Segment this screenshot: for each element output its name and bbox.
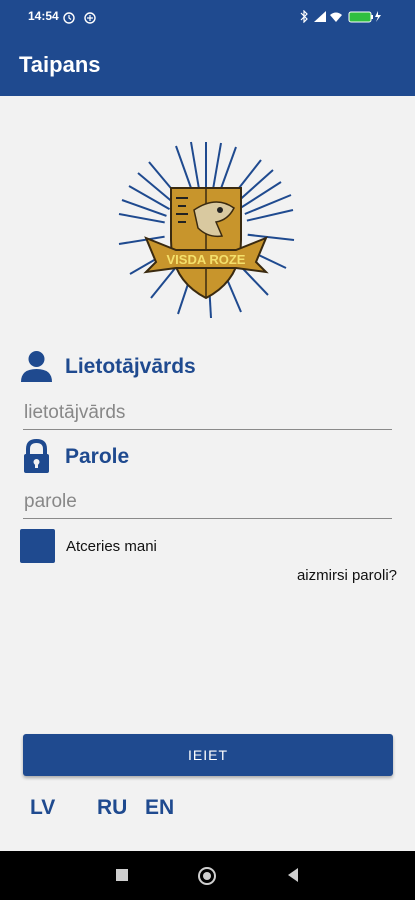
bluetooth-icon [300, 9, 308, 24]
remember-me-label[interactable]: Atceries mani [66, 538, 157, 555]
recents-button-icon[interactable] [115, 866, 129, 884]
language-lv-button[interactable]: LV [30, 796, 55, 820]
status-left-icons [63, 11, 103, 29]
status-time: 14:54 [28, 9, 59, 23]
app-bar: Taipans [0, 32, 415, 96]
language-ru-button[interactable]: RU [97, 796, 127, 820]
alarm-icon [63, 12, 96, 24]
app-title: Taipans [19, 52, 101, 77]
username-label: Lietotājvārds [65, 355, 196, 378]
back-button-icon[interactable] [285, 866, 301, 884]
shield-logo-icon: VISDA ROZE [118, 141, 295, 319]
language-en-button[interactable]: EN [145, 796, 174, 820]
wifi-icon [330, 12, 342, 22]
password-label: Parole [65, 445, 130, 468]
status-bar: 14:54 [0, 0, 415, 32]
battery-icon [348, 11, 372, 23]
password-input[interactable] [23, 485, 392, 519]
username-input[interactable] [23, 396, 392, 430]
logo: VISDA ROZE [116, 140, 296, 320]
system-nav-bar [0, 851, 415, 900]
forgot-password-link[interactable]: aizmirsi paroli? [297, 567, 397, 584]
logo-text: VISDA ROZE [167, 252, 246, 267]
status-right-icons [298, 9, 393, 28]
home-button-icon[interactable] [197, 866, 217, 886]
lock-icon [24, 439, 49, 473]
remember-me-checkbox[interactable] [20, 529, 55, 563]
user-icon [21, 351, 52, 382]
charging-icon [375, 11, 381, 22]
signal-icon [314, 11, 326, 22]
login-button[interactable]: IEIET [23, 734, 393, 776]
